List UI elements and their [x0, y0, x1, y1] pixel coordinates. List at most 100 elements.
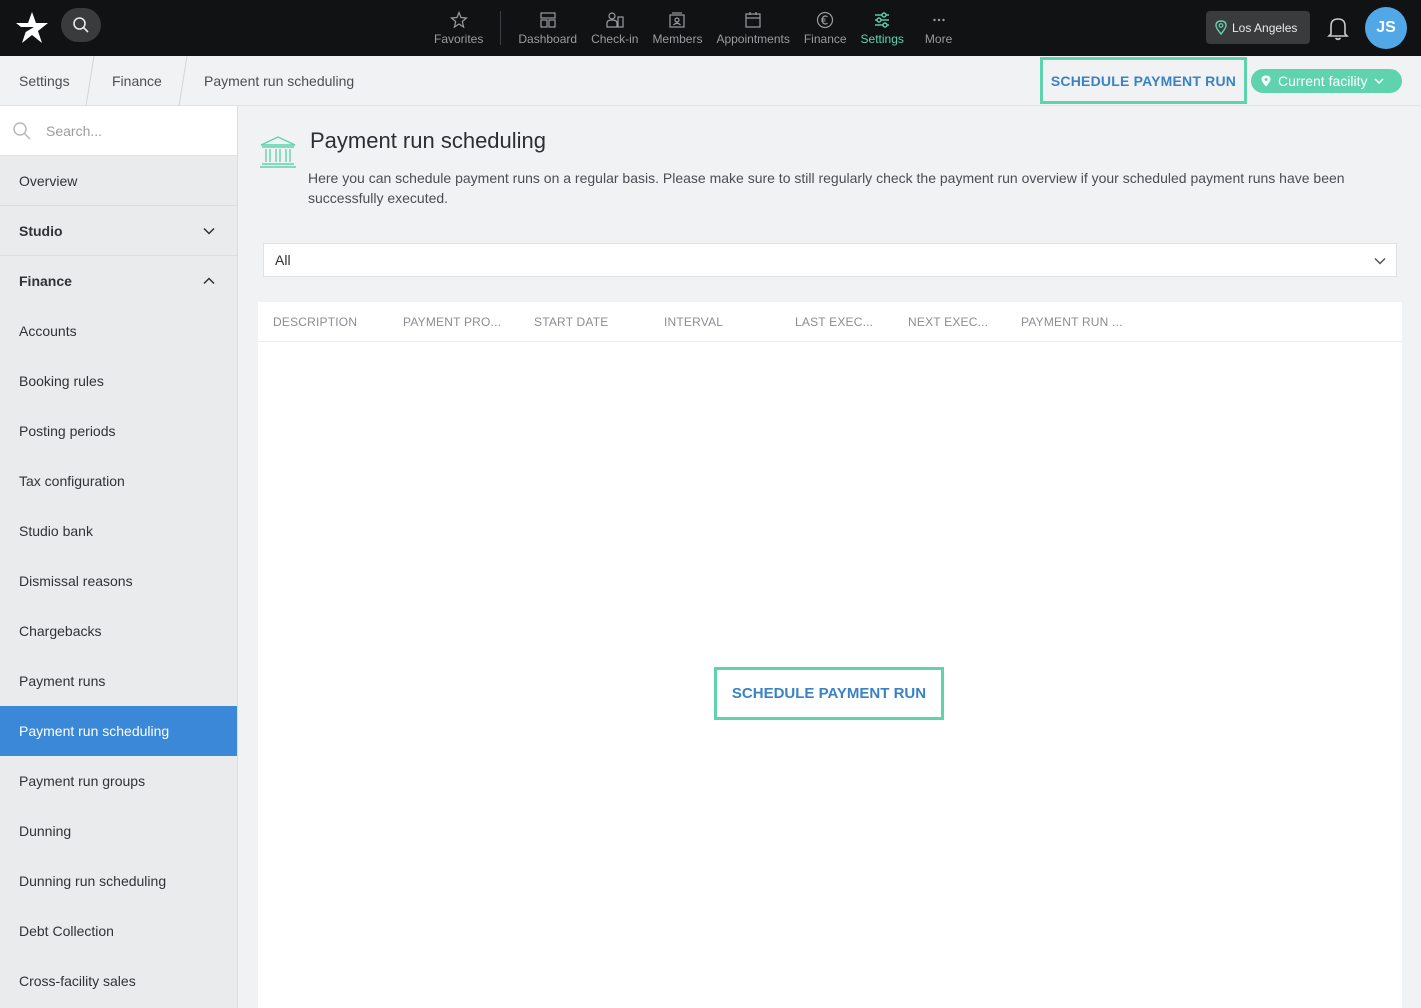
- location-pin-icon: [1261, 75, 1271, 87]
- dashboard-icon: [540, 11, 556, 28]
- sidebar-item-label: Accounts: [19, 323, 77, 339]
- nav-finance[interactable]: Finance: [797, 0, 854, 56]
- nav-label: Appointments: [716, 31, 790, 46]
- filter-select-value: All: [275, 252, 291, 268]
- global-search-button[interactable]: [61, 8, 101, 42]
- sidebar-item-dunning[interactable]: Dunning: [0, 806, 237, 856]
- sidebar-item-chargebacks[interactable]: Chargebacks: [0, 606, 237, 656]
- sidebar-item-accounts[interactable]: Accounts: [0, 306, 237, 356]
- sidebar-item-booking-rules[interactable]: Booking rules: [0, 356, 237, 406]
- current-facility-dropdown[interactable]: Current facility: [1251, 69, 1402, 93]
- nav-dashboard[interactable]: Dashboard: [511, 0, 584, 56]
- column-header-interval[interactable]: INTERVAL: [664, 302, 723, 342]
- notification-bell-icon[interactable]: [1326, 15, 1350, 41]
- column-header-description[interactable]: DESCRIPTION: [273, 302, 357, 342]
- search-icon: [13, 121, 31, 140]
- sidebar-item-tax-configuration[interactable]: Tax configuration: [0, 456, 237, 506]
- column-header-last-execution[interactable]: LAST EXEC...: [795, 302, 873, 342]
- nav-members[interactable]: Members: [645, 0, 709, 56]
- nav-divider: [500, 11, 502, 45]
- members-icon: [669, 11, 686, 28]
- breadcrumb-current: Payment run scheduling: [204, 73, 355, 89]
- sidebar-item-label: Tax configuration: [19, 473, 125, 489]
- sidebar-item-label: Payment run groups: [19, 773, 146, 789]
- nav-appointments[interactable]: Appointments: [709, 0, 796, 56]
- logo-star-icon[interactable]: [14, 10, 50, 46]
- sidebar-section-studio[interactable]: Studio: [0, 206, 237, 256]
- sidebar-item-label: Dunning: [19, 823, 72, 839]
- sidebar-item-dismissal-reasons[interactable]: Dismissal reasons: [0, 556, 237, 606]
- nav-label: Members: [652, 31, 703, 46]
- location-label: Los Angeles: [1232, 20, 1298, 35]
- sidebar-item-posting-periods[interactable]: Posting periods: [0, 406, 237, 456]
- settings-sliders-icon: [875, 11, 890, 28]
- location-pin-icon: [1215, 20, 1227, 35]
- sidebar-item-label: Dismissal reasons: [19, 573, 133, 589]
- current-facility-label: Current facility: [1278, 73, 1368, 89]
- main-content: Payment run scheduling Here you can sche…: [238, 106, 1421, 1008]
- breadcrumb-settings[interactable]: Settings: [19, 56, 70, 106]
- nav-label: More: [924, 31, 953, 46]
- sidebar-search-input[interactable]: Search...: [46, 123, 102, 139]
- sidebar-item-label: Dunning run scheduling: [19, 873, 167, 889]
- sidebar-section-finance[interactable]: Finance: [0, 256, 237, 306]
- sidebar-item-payment-run-groups[interactable]: Payment run groups: [0, 756, 237, 806]
- nav-check-in[interactable]: Check-in: [584, 0, 645, 56]
- search-icon: [73, 17, 89, 33]
- nav-settings[interactable]: Settings: [854, 0, 911, 56]
- breadcrumb-finance[interactable]: Finance: [112, 56, 162, 106]
- sidebar-item-cross-facility-sales[interactable]: Cross-facility sales: [0, 956, 237, 1006]
- location-selector[interactable]: Los Angeles: [1206, 11, 1310, 44]
- chevron-down-icon: [203, 227, 215, 235]
- sidebar-item-label: Finance: [19, 273, 72, 289]
- schedule-payment-run-button[interactable]: SCHEDULE PAYMENT RUN: [1040, 57, 1247, 104]
- calendar-icon: [745, 11, 761, 28]
- empty-state-schedule-payment-run-button[interactable]: SCHEDULE PAYMENT RUN: [714, 667, 944, 720]
- chevron-up-icon: [203, 277, 215, 285]
- sidebar-item-label: Debt Collection: [19, 923, 114, 939]
- sidebar-item-payment-runs[interactable]: Payment runs: [0, 656, 237, 706]
- column-header-payment-provider[interactable]: PAYMENT PRO...: [403, 302, 501, 342]
- sidebar-item-label: Studio: [19, 222, 63, 239]
- nav-label: Check-in: [591, 31, 639, 46]
- nav-label: Finance: [803, 31, 847, 46]
- sidebar-item-label: Posting periods: [19, 423, 116, 439]
- chevron-down-icon: [1374, 78, 1384, 85]
- user-avatar[interactable]: JS: [1365, 7, 1407, 49]
- sidebar-item-studio-bank[interactable]: Studio bank: [0, 506, 237, 556]
- bank-icon: [260, 136, 296, 168]
- top-navigation-bar: Favorites Dashboard Check-in Members App…: [0, 0, 1421, 56]
- more-icon: [932, 18, 945, 21]
- sidebar-item-label: Studio bank: [19, 523, 93, 539]
- sidebar-item-debt-collection[interactable]: Debt Collection: [0, 906, 237, 956]
- nav-label: Settings: [860, 31, 904, 46]
- filter-select[interactable]: All: [263, 243, 1397, 277]
- nav-favorites[interactable]: Favorites: [427, 0, 490, 56]
- nav-more[interactable]: More: [911, 0, 959, 56]
- breadcrumb-separator: [178, 56, 188, 106]
- payment-run-schedules-table: DESCRIPTION PAYMENT PRO... START DATE IN…: [258, 302, 1402, 1008]
- sidebar-item-label: Payment runs: [19, 673, 106, 689]
- settings-sidebar: Search... Overview Studio Finance Accoun…: [0, 106, 238, 1008]
- main-nav: Favorites Dashboard Check-in Members App…: [427, 0, 959, 56]
- column-header-start-date[interactable]: START DATE: [534, 302, 608, 342]
- sidebar-item-label: Chargebacks: [19, 623, 102, 639]
- sidebar-item-label: Cross-facility sales: [19, 973, 136, 989]
- page-description: Here you can schedule payment runs on a …: [308, 170, 1345, 206]
- breadcrumb-separator: [85, 56, 95, 106]
- sidebar-search[interactable]: Search...: [0, 106, 237, 156]
- table-header: DESCRIPTION PAYMENT PRO... START DATE IN…: [258, 302, 1402, 342]
- sidebar-item-label: Overview: [19, 172, 78, 189]
- nav-label: Dashboard: [518, 31, 578, 46]
- page-title: Payment run scheduling: [310, 128, 547, 153]
- euro-icon: [817, 11, 834, 28]
- column-header-payment-run[interactable]: PAYMENT RUN ...: [1021, 302, 1123, 342]
- star-icon: [449, 10, 468, 28]
- sidebar-item-payment-run-scheduling[interactable]: Payment run scheduling: [0, 706, 237, 756]
- sidebar-item-dunning-run-scheduling[interactable]: Dunning run scheduling: [0, 856, 237, 906]
- sidebar-item-label: Booking rules: [19, 373, 104, 389]
- nav-label: Favorites: [434, 31, 484, 46]
- check-in-icon: [606, 11, 624, 28]
- column-header-next-execution[interactable]: NEXT EXEC...: [908, 302, 988, 342]
- sidebar-item-overview[interactable]: Overview: [0, 156, 237, 206]
